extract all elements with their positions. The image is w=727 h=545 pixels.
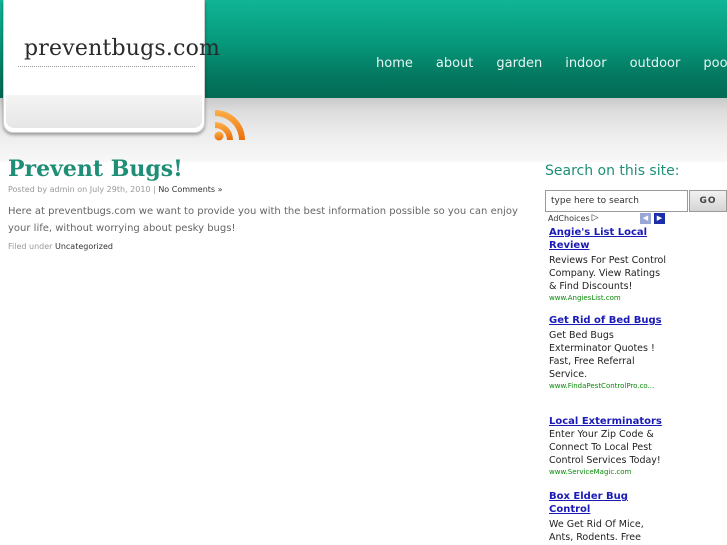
search-heading: Search on this site: [545, 163, 680, 179]
ad-url-link[interactable]: www.ServiceMagic.com [549, 467, 669, 478]
filed-under-label: Filed under [8, 242, 53, 251]
search-button[interactable]: GO [689, 190, 727, 212]
comments-link[interactable]: No Comments » [158, 185, 222, 194]
adchoices-triangle-icon: ▷ [591, 213, 599, 223]
post-body: Here at preventbugs.com we want to provi… [8, 206, 518, 234]
nav-item-outdoor[interactable]: outdoor [630, 56, 681, 71]
rss-feed-icon[interactable] [211, 104, 251, 144]
adchoices[interactable]: AdChoices ▷ [548, 213, 599, 223]
chevron-right-icon[interactable]: ▶ [654, 213, 665, 224]
logo-box: preventbugs.com [3, 0, 220, 133]
nav-item-indoor[interactable]: indoor [565, 56, 606, 71]
chevron-left-icon[interactable]: ◀ [640, 213, 651, 224]
nav-item-about[interactable]: about [436, 56, 474, 71]
ad-text: Get Bed Bugs Exterminator Quotes ! Fast,… [549, 330, 655, 380]
nav-item-garden[interactable]: garden [496, 56, 542, 71]
ad-title-link[interactable]: Local Exterminators [549, 415, 669, 428]
ad-title-link[interactable]: Angie's List Local Review [549, 226, 669, 252]
nav-item-home[interactable]: home [376, 56, 413, 71]
post-title[interactable]: Prevent Bugs! [8, 156, 183, 182]
ad-url-link[interactable]: www.AngiesList.com [549, 293, 669, 304]
ad-item: Angie's List Local Review Reviews For Pe… [549, 226, 669, 304]
ad-item: Get Rid of Bed Bugs Get Bed Bugs Extermi… [549, 314, 669, 392]
post-meta-text: Posted by admin on July 29th, 2010 | [8, 185, 156, 194]
post-meta: Posted by admin on July 29th, 2010 | No … [8, 185, 223, 194]
site-title[interactable]: preventbugs.com [24, 36, 220, 61]
ad-item: Local Exterminators Enter Your Zip Code … [549, 415, 669, 478]
adchoices-label: AdChoices [548, 213, 590, 223]
ad-title-link[interactable]: Box Elder Bug Control [549, 490, 669, 516]
ad-url-link[interactable]: www.FindaPestControlPro.co... [549, 381, 669, 392]
ad-item: Box Elder Bug Control We Get Rid Of Mice… [549, 490, 669, 545]
search-input[interactable] [545, 190, 688, 212]
nav-item-pool[interactable]: pool [703, 56, 727, 71]
ad-text: Enter Your Zip Code & Connect To Local P… [549, 429, 661, 466]
post-filed-under: Filed under Uncategorized [8, 242, 113, 251]
logo-inner-shade [6, 95, 202, 128]
main-nav: home about garden indoor outdoor pool [376, 56, 727, 71]
ad-text: We Get Rid Of Mice, Ants, Rodents. Free … [549, 519, 644, 543]
ad-title-link[interactable]: Get Rid of Bed Bugs [549, 314, 669, 327]
logo-divider [18, 66, 195, 67]
category-link[interactable]: Uncategorized [55, 242, 113, 251]
ad-text: Reviews For Pest Control Company. View R… [549, 255, 666, 292]
